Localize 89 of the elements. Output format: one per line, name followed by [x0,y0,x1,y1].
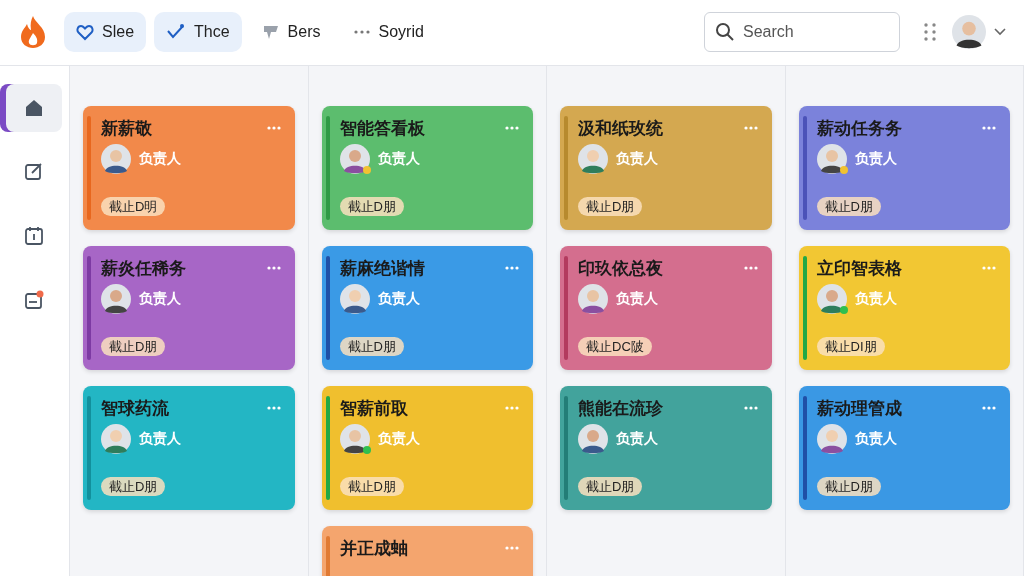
search-icon [715,22,735,43]
card-title: 薪炎任稀务 [101,257,186,280]
due-date-tag: 截止D朋 [339,336,404,356]
avatar [339,423,370,454]
more-icon[interactable] [743,125,758,130]
search-field[interactable]: Search [704,12,900,53]
more-icon[interactable] [266,265,281,270]
task-card[interactable]: 智薪前取 负责人 截止D朋 [321,385,533,510]
task-card[interactable]: 印玖依总夜 负责人 截止DC陂 [560,245,772,370]
card-title: 印玖依总夜 [578,257,663,280]
card-title: 新薪敬 [101,117,152,140]
more-icon[interactable] [505,405,519,410]
owner-name: 负责人 [377,289,420,309]
owner-name: 负责人 [854,149,897,169]
due-date-tag: 截止D明 [101,196,166,216]
avatar [816,283,847,314]
owner-name: 负责人 [616,149,658,169]
task-card[interactable]: 薪动理管成 负责人 截止D朋 [798,385,1010,510]
user-avatar[interactable] [952,15,986,50]
card-title: 薪动理管成 [816,397,902,420]
due-date-tag: 截止DC陂 [578,336,652,356]
avatar [101,423,131,454]
more-icon[interactable] [505,125,519,130]
nav-tab[interactable]: Bers [249,12,333,53]
due-date-tag: 截止D朋 [816,196,881,216]
avatar [101,143,131,174]
task-card[interactable]: 智能答看板 负责人 截止D朋 [321,105,533,230]
due-date-tag: 截止DI朋 [816,336,885,356]
avatar [339,283,370,314]
due-date-tag: 截止D朋 [816,476,881,496]
more-icon[interactable] [743,405,758,410]
due-date-tag: 截止D朋 [101,336,166,356]
task-card[interactable]: 并正成蚰 [321,525,533,576]
task-card[interactable]: 立印智表格 负责人 截止DI朋 [798,245,1010,370]
flame-logo-icon [18,15,48,50]
card-title: 汲和纸玫统 [578,117,663,140]
due-date-tag: 截止D朋 [578,196,643,216]
owner-name: 负责人 [139,429,181,449]
more-icon[interactable] [266,405,281,410]
more-icon[interactable] [505,545,519,550]
card-title: 智薪前取 [339,397,408,420]
task-card[interactable]: 新薪敬 负责人 截止D明 [83,105,295,230]
card-title: 并正成蚰 [339,537,408,560]
avatar [816,143,847,174]
owner-name: 负责人 [854,289,897,309]
avatar [578,283,608,314]
nav-tab[interactable]: Thce [154,12,242,53]
nav-tab[interactable]: Slee [64,12,147,53]
edit-icon [23,160,45,183]
owner-name: 负责人 [377,149,420,169]
more-icon[interactable] [982,405,996,410]
avatar [101,283,131,314]
owner-name: 负责人 [616,429,658,449]
task-card[interactable]: 汲和纸玫统 负责人 截止D朋 [560,105,772,230]
card-title: 立印智表格 [816,257,902,280]
task-card[interactable]: 智球药流 负责人 截止D朋 [83,385,295,510]
avatar [578,423,608,454]
due-date-tag: 截止D朋 [339,476,404,496]
heart-icon [76,23,94,42]
more-icon[interactable] [505,265,519,270]
task-card[interactable]: 熊能在流珍 负责人 截止D朋 [560,385,772,510]
card-title: 智能答看板 [339,117,425,140]
avatar [578,143,608,174]
nav-tab[interactable]: Soyrid [340,12,436,53]
due-date-tag: 截止D朋 [339,196,404,216]
card-title: 薪麻绝谐情 [339,257,425,280]
owner-name: 负责人 [854,429,897,449]
task-card[interactable]: 薪动任务务 负责人 截止D朋 [798,105,1010,230]
more-icon [352,29,371,36]
more-icon[interactable] [266,125,281,130]
apps-icon[interactable] [924,23,936,42]
task-card[interactable]: 薪炎任稀务 负责人 截止D朋 [83,245,295,370]
owner-name: 负责人 [377,429,420,449]
due-date-tag: 截止D朋 [101,476,166,496]
owner-name: 负责人 [139,289,181,309]
more-icon[interactable] [982,125,996,130]
card-title: 薪动任务务 [816,117,902,140]
caret-icon[interactable] [994,28,1006,37]
due-date-tag: 截止D朋 [578,476,643,496]
owner-name: 负责人 [616,289,658,309]
avatar [339,143,370,174]
card-title: 智球药流 [101,397,169,420]
avatar [816,423,847,454]
inbox-icon [23,288,45,311]
task-card[interactable]: 薪麻绝谐情 负责人 截止D朋 [321,245,533,370]
more-icon[interactable] [743,265,758,270]
calendar-icon [23,224,45,247]
card-title: 熊能在流珍 [578,397,663,420]
owner-name: 负责人 [139,149,181,169]
